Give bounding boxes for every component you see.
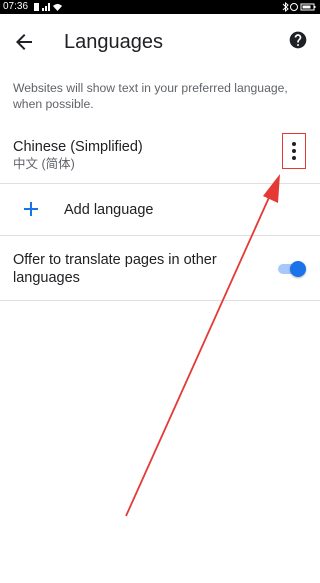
status-left-icons [34, 3, 62, 11]
app-bar: Languages [0, 14, 320, 70]
signal-icon [42, 3, 50, 11]
status-time: 07:36 [3, 1, 29, 12]
help-icon [289, 31, 307, 49]
page-title: Languages [64, 31, 163, 53]
language-name: Chinese (Simplified) [13, 139, 143, 155]
divider [0, 183, 320, 184]
translate-offer-label: Offer to translate pages in other langua… [13, 252, 217, 286]
add-language-button[interactable]: Add language [0, 185, 320, 235]
plus-icon [24, 202, 38, 216]
wifi-icon [53, 4, 62, 11]
language-item: Chinese (Simplified) 中文 (简体) [0, 128, 320, 182]
divider [0, 300, 320, 301]
alarm-icon [290, 3, 298, 11]
translate-offer-toggle[interactable] [276, 261, 306, 277]
languages-description: Websites will show text in your preferre… [13, 81, 288, 111]
sim-icon [34, 3, 39, 11]
language-more-options-button[interactable] [282, 133, 306, 169]
language-native-name: 中文 (简体) [13, 157, 75, 171]
divider [0, 235, 320, 236]
arrow-back-icon [16, 34, 32, 50]
status-bar: 07:36 [0, 0, 320, 14]
translate-offer-row[interactable]: Offer to translate pages in other langua… [0, 237, 320, 299]
toggle-thumb [290, 261, 306, 277]
back-button[interactable] [12, 30, 36, 54]
bluetooth-icon [282, 2, 289, 12]
status-right-icons [282, 2, 316, 12]
battery-icon [300, 3, 316, 11]
add-language-label: Add language [64, 202, 154, 218]
help-button[interactable] [288, 30, 308, 50]
